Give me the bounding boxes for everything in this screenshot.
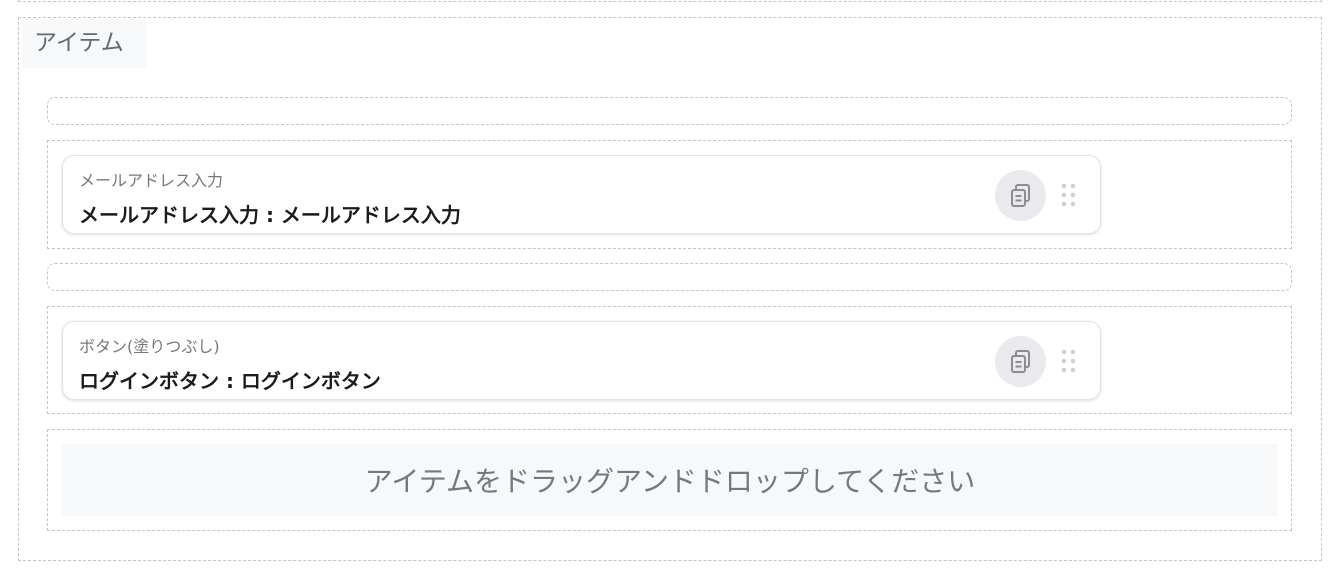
item-name-label: メールアドレス入力 : メールアドレス入力 (79, 203, 461, 227)
drop-slot[interactable] (47, 97, 1292, 125)
copy-icon (1010, 183, 1030, 207)
drag-handle-icon[interactable] (1061, 183, 1077, 207)
drop-zone-text: アイテムをドラッグアンドドロップしてください (364, 465, 976, 498)
item-card-email-input[interactable]: メールアドレス入力 メールアドレス入力 : メールアドレス入力 (62, 155, 1101, 234)
drop-zone[interactable]: アイテムをドラッグアンドドロップしてください (62, 444, 1278, 516)
section-title: アイテム (22, 19, 146, 68)
previous-section-edge (18, 0, 1322, 2)
copy-button[interactable] (995, 336, 1046, 387)
drag-handle-icon[interactable] (1061, 349, 1077, 373)
copy-icon (1010, 349, 1030, 373)
item-type-label: メールアドレス入力 (79, 171, 224, 190)
item-type-label: ボタン(塗りつぶし) (79, 337, 220, 356)
item-name-label: ログインボタン : ログインボタン (79, 369, 381, 393)
copy-button[interactable] (995, 170, 1046, 221)
drop-slot[interactable] (47, 263, 1292, 291)
item-card-login-button[interactable]: ボタン(塗りつぶし) ログインボタン : ログインボタン (62, 321, 1101, 400)
